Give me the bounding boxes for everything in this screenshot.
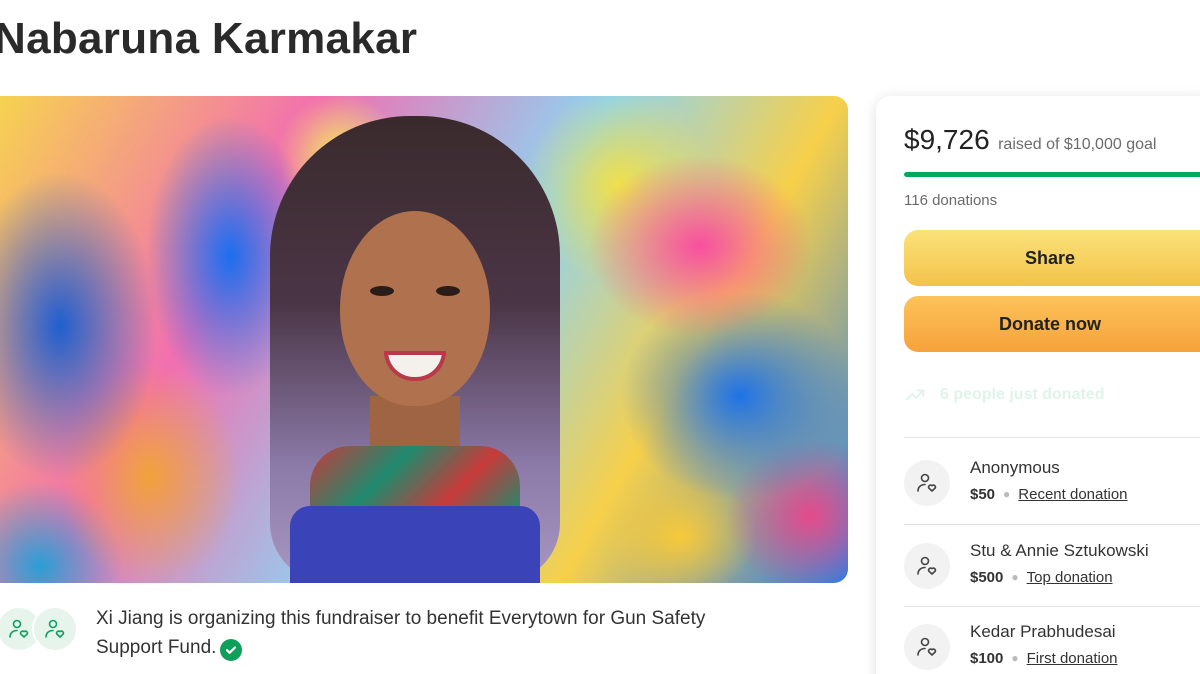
organizer-info: Xi Jiang is organizing this fundraiser t…	[0, 604, 856, 664]
donation-tag-link[interactable]: Top donation	[1027, 569, 1113, 586]
beneficiary-avatar[interactable]	[32, 606, 78, 652]
donor-name: Anonymous	[970, 458, 1060, 477]
organizer-description: Xi Jiang is organizing this fundraiser t…	[96, 604, 736, 662]
heart-hand-icon	[917, 473, 937, 492]
separator-dot: ●	[1011, 570, 1019, 584]
donor-avatar	[904, 624, 950, 670]
recent-activity: 6 people just donated	[904, 380, 1104, 410]
donor-avatar	[904, 543, 950, 589]
trending-icon	[905, 389, 925, 401]
donor-amount: $100	[970, 650, 1004, 667]
page-title: Nabaruna Karmakar	[0, 14, 418, 63]
organizer-text: Xi Jiang is organizing this fundraiser t…	[96, 608, 706, 658]
donation-tag-link[interactable]: First donation	[1027, 650, 1118, 667]
progress-bar	[904, 172, 1200, 177]
amount-raised: $9,726 raised of $10,000 goal	[904, 124, 1156, 156]
divider	[904, 437, 1200, 438]
goal-text: raised of $10,000 goal	[998, 136, 1157, 153]
donor-avatar	[904, 460, 950, 506]
heart-hand-icon	[9, 619, 29, 638]
heart-hand-icon	[917, 637, 937, 656]
separator-dot: ●	[1003, 487, 1011, 501]
donor-name: Kedar Prabhudesai	[970, 622, 1116, 641]
share-button[interactable]: Share	[904, 230, 1200, 286]
donate-now-button[interactable]: Donate now	[904, 296, 1200, 352]
recent-activity-text: 6 people just donated	[940, 386, 1105, 403]
separator-dot: ●	[1011, 651, 1019, 665]
donor-meta: $100 ● First donation	[970, 650, 1118, 667]
donor-item: Kedar Prabhudesai $100 ● First donation	[904, 622, 1200, 674]
donation-tag-link[interactable]: Recent donation	[1018, 486, 1127, 503]
heart-hand-icon	[45, 619, 65, 638]
heart-hand-icon	[917, 556, 937, 575]
raised-amount: $9,726	[904, 124, 990, 155]
verified-check-icon	[220, 639, 243, 661]
divider	[904, 606, 1200, 607]
campaign-hero-image[interactable]	[0, 96, 848, 583]
campaign-photo-subject	[270, 116, 560, 583]
donor-item: Stu & Annie Sztukowski $500 ● Top donation	[904, 541, 1200, 611]
donor-meta: $500 ● Top donation	[970, 569, 1113, 586]
donations-count: 116 donations	[904, 192, 998, 209]
donation-card: $9,726 raised of $10,000 goal 116 donati…	[876, 96, 1200, 674]
donor-meta: $50 ● Recent donation	[970, 486, 1128, 503]
divider	[904, 524, 1200, 525]
donor-item: Anonymous $50 ● Recent donation	[904, 458, 1200, 528]
donor-amount: $500	[970, 569, 1004, 586]
progress-fill	[904, 172, 1200, 177]
donor-amount: $50	[970, 486, 996, 503]
donor-name: Stu & Annie Sztukowski	[970, 541, 1149, 560]
